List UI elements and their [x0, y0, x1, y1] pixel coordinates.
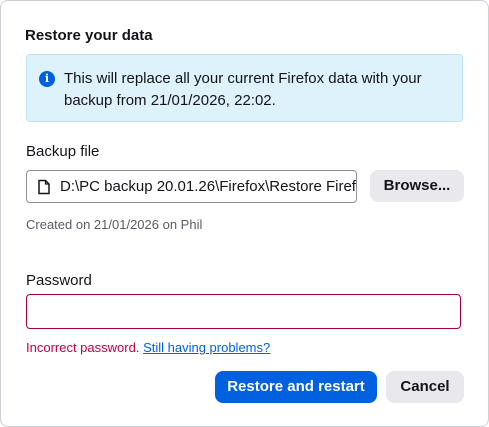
backup-created-info: Created on 21/01/2026 on Phil	[26, 217, 203, 232]
info-message-box: i This will replace all your current Fir…	[26, 54, 463, 122]
password-error-text: Incorrect password.	[26, 340, 140, 355]
password-error-line: Incorrect password. Still having problem…	[26, 340, 270, 355]
dialog-title: Restore your data	[25, 27, 153, 44]
info-icon: i	[39, 71, 55, 87]
restore-and-restart-button[interactable]: Restore and restart	[215, 371, 377, 403]
backup-file-path-field[interactable]: D:\PC backup 20.01.26\Firefox\Restore Fi…	[26, 170, 357, 203]
password-input[interactable]	[26, 294, 461, 329]
cancel-button[interactable]: Cancel	[386, 371, 464, 403]
info-message-text: This will replace all your current Firef…	[64, 70, 422, 109]
still-having-problems-link[interactable]: Still having problems?	[143, 340, 270, 355]
backup-file-label: Backup file	[26, 143, 100, 160]
restore-dialog: Restore your data i This will replace al…	[0, 0, 489, 427]
password-label: Password	[26, 272, 92, 289]
file-icon	[38, 179, 50, 195]
browse-button[interactable]: Browse...	[370, 170, 464, 202]
backup-file-path: D:\PC backup 20.01.26\Firefox\Restore Fi…	[60, 178, 357, 195]
